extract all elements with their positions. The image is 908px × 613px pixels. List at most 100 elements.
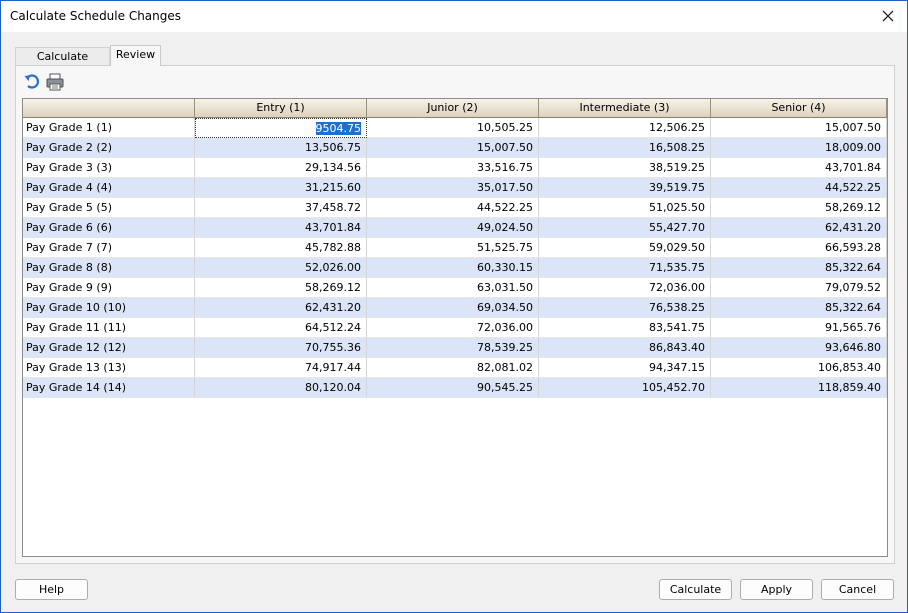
table-cell[interactable]: 74,917.44 [195, 358, 367, 378]
table-cell[interactable]: 94,347.15 [539, 358, 711, 378]
table-cell[interactable]: 18,009.00 [711, 138, 887, 158]
table-row[interactable]: Pay Grade 7 (7) 45,782.88 51,525.75 59,029.… [23, 238, 887, 258]
table-cell[interactable]: 51,025.50 [539, 198, 711, 218]
undo-icon[interactable] [23, 73, 41, 91]
column-header-name[interactable] [23, 99, 195, 118]
table-cell[interactable]: 105,452.70 [539, 378, 711, 398]
tab-review[interactable]: Review [110, 45, 161, 66]
title-bar: Calculate Schedule Changes [1, 1, 907, 32]
close-icon[interactable] [877, 5, 899, 27]
row-label: Pay Grade 2 (2) [23, 138, 195, 158]
row-label: Pay Grade 3 (3) [23, 158, 195, 178]
column-header-intermediate[interactable]: Intermediate (3) [539, 99, 711, 118]
table-cell[interactable]: 38,519.25 [539, 158, 711, 178]
dialog-window: Calculate Schedule Changes Calculate Opt… [0, 0, 908, 613]
table-row[interactable]: Pay Grade 3 (3) 29,134.56 33,516.75 38,519.… [23, 158, 887, 178]
table-cell[interactable]: 51,525.75 [367, 238, 539, 258]
row-label: Pay Grade 14 (14) [23, 378, 195, 398]
table-row[interactable]: Pay Grade 10 (10) 62,431.20 69,034.50 76,53… [23, 298, 887, 318]
table-cell[interactable]: 76,538.25 [539, 298, 711, 318]
table-cell[interactable]: 43,701.84 [711, 158, 887, 178]
column-header-junior[interactable]: Junior (2) [367, 99, 539, 118]
table-row[interactable]: Pay Grade 1 (1) 9504.75 10,505.25 12,506.25… [23, 118, 887, 138]
table-cell[interactable]: 59,029.50 [539, 238, 711, 258]
table-cell[interactable]: 44,522.25 [367, 198, 539, 218]
row-label: Pay Grade 5 (5) [23, 198, 195, 218]
cancel-button[interactable]: Cancel [821, 579, 894, 600]
table-cell[interactable]: 43,701.84 [195, 218, 367, 238]
table-cell[interactable]: 39,519.75 [539, 178, 711, 198]
table-cell[interactable]: 29,134.56 [195, 158, 367, 178]
apply-button[interactable]: Apply [740, 579, 813, 600]
table-cell[interactable]: 79,079.52 [711, 278, 887, 298]
help-button[interactable]: Help [15, 579, 88, 600]
table-cell[interactable]: 33,516.75 [367, 158, 539, 178]
table-cell[interactable]: 85,322.64 [711, 298, 887, 318]
tab-calculate-options[interactable]: Calculate Options [15, 47, 110, 76]
table-cell[interactable]: 82,081.02 [367, 358, 539, 378]
table-cell[interactable]: 52,026.00 [195, 258, 367, 278]
table-cell[interactable]: 118,859.40 [711, 378, 887, 398]
table-cell[interactable]: 58,269.12 [195, 278, 367, 298]
table-row[interactable]: Pay Grade 9 (9) 58,269.12 63,031.50 72,036.… [23, 278, 887, 298]
table-cell[interactable]: 63,031.50 [367, 278, 539, 298]
table-cell[interactable]: 31,215.60 [195, 178, 367, 198]
table-cell[interactable]: 86,843.40 [539, 338, 711, 358]
table-cell[interactable]: 90,545.25 [367, 378, 539, 398]
table-cell[interactable]: 15,007.50 [711, 118, 887, 138]
table-cell[interactable]: 13,506.75 [195, 138, 367, 158]
table-cell[interactable]: 72,036.00 [539, 278, 711, 298]
table-row[interactable]: Pay Grade 5 (5) 37,458.72 44,522.25 51,025.… [23, 198, 887, 218]
table-cell[interactable]: 69,034.50 [367, 298, 539, 318]
table-cell[interactable]: 72,036.00 [367, 318, 539, 338]
table-cell[interactable]: 70,755.36 [195, 338, 367, 358]
table-cell[interactable]: 83,541.75 [539, 318, 711, 338]
row-label: Pay Grade 6 (6) [23, 218, 195, 238]
table-row[interactable]: Pay Grade 13 (13) 74,917.44 82,081.02 94,34… [23, 358, 887, 378]
table-row[interactable]: Pay Grade 8 (8) 52,026.00 60,330.15 71,535.… [23, 258, 887, 278]
table-cell[interactable]: 106,853.40 [711, 358, 887, 378]
print-icon[interactable] [46, 73, 64, 91]
column-header-senior[interactable]: Senior (4) [711, 99, 887, 118]
selected-cell-text[interactable]: 9504.75 [315, 122, 361, 135]
table-cell[interactable]: 16,508.25 [539, 138, 711, 158]
table-row[interactable]: Pay Grade 14 (14) 80,120.04 90,545.25 105,4… [23, 378, 887, 398]
table-cell[interactable]: 15,007.50 [367, 138, 539, 158]
table-cell[interactable]: 60,330.15 [367, 258, 539, 278]
table-cell[interactable]: 71,535.75 [539, 258, 711, 278]
table-cell[interactable]: 55,427.70 [539, 218, 711, 238]
table-cell[interactable]: 66,593.28 [711, 238, 887, 258]
row-label: Pay Grade 12 (12) [23, 338, 195, 358]
table-row[interactable]: Pay Grade 6 (6) 43,701.84 49,024.50 55,427.… [23, 218, 887, 238]
table-cell[interactable]: 85,322.64 [711, 258, 887, 278]
table-cell[interactable]: 91,565.76 [711, 318, 887, 338]
table-cell[interactable]: 12,506.25 [539, 118, 711, 138]
table-header: Entry (1) Junior (2) Intermediate (3) Se… [23, 99, 887, 118]
table-row[interactable]: Pay Grade 11 (11) 64,512.24 72,036.00 83,54… [23, 318, 887, 338]
table-cell[interactable]: 10,505.25 [367, 118, 539, 138]
table-cell[interactable]: 9504.75 [195, 118, 367, 138]
row-label: Pay Grade 9 (9) [23, 278, 195, 298]
table-cell[interactable]: 78,539.25 [367, 338, 539, 358]
row-label: Pay Grade 4 (4) [23, 178, 195, 198]
row-label: Pay Grade 10 (10) [23, 298, 195, 318]
table-cell[interactable]: 35,017.50 [367, 178, 539, 198]
table-cell[interactable]: 37,458.72 [195, 198, 367, 218]
table-cell[interactable]: 44,522.25 [711, 178, 887, 198]
table-cell[interactable]: 49,024.50 [367, 218, 539, 238]
calculate-button[interactable]: Calculate [659, 579, 732, 600]
table-cell[interactable]: 80,120.04 [195, 378, 367, 398]
table-row[interactable]: Pay Grade 4 (4) 31,215.60 35,017.50 39,519.… [23, 178, 887, 198]
row-label: Pay Grade 13 (13) [23, 358, 195, 378]
row-label: Pay Grade 11 (11) [23, 318, 195, 338]
table-cell[interactable]: 64,512.24 [195, 318, 367, 338]
table-cell[interactable]: 58,269.12 [711, 198, 887, 218]
pay-grade-table: Entry (1) Junior (2) Intermediate (3) Se… [22, 98, 888, 557]
column-header-entry[interactable]: Entry (1) [195, 99, 367, 118]
table-cell[interactable]: 62,431.20 [195, 298, 367, 318]
table-row[interactable]: Pay Grade 12 (12) 70,755.36 78,539.25 86,84… [23, 338, 887, 358]
table-cell[interactable]: 45,782.88 [195, 238, 367, 258]
table-row[interactable]: Pay Grade 2 (2) 13,506.75 15,007.50 16,508.… [23, 138, 887, 158]
table-cell[interactable]: 62,431.20 [711, 218, 887, 238]
table-cell[interactable]: 93,646.80 [711, 338, 887, 358]
